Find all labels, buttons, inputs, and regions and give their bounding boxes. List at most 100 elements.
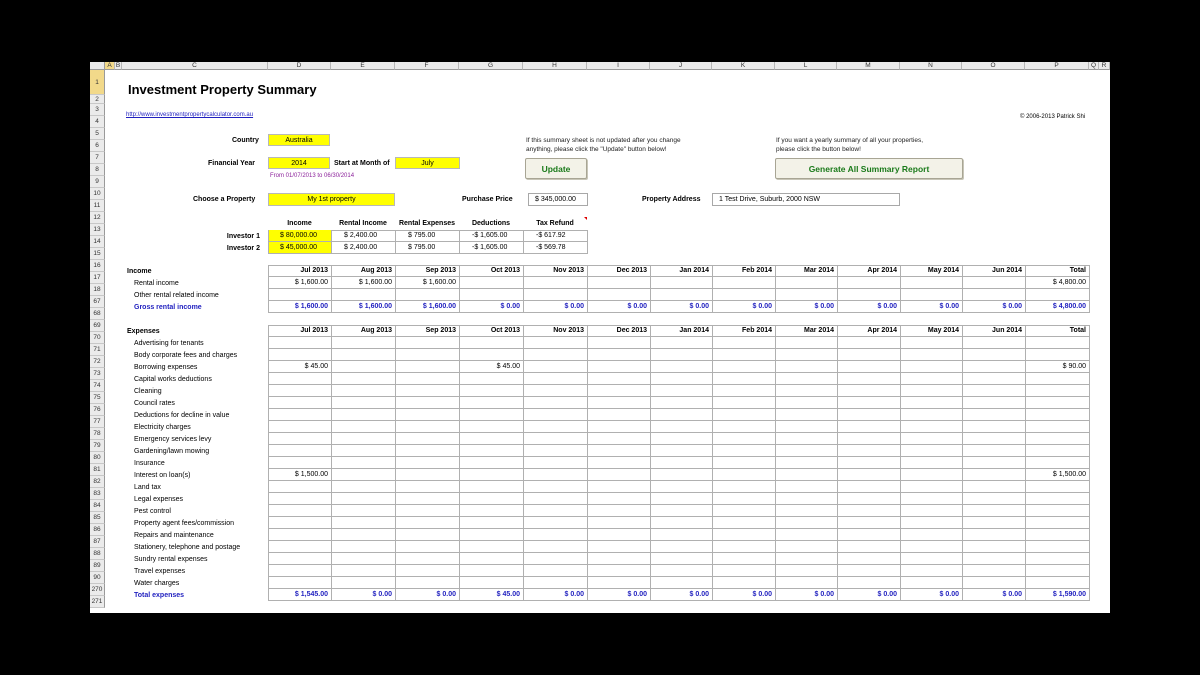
- expenses-cell[interactable]: [713, 445, 776, 457]
- expenses-cell[interactable]: [396, 361, 460, 373]
- row-header-270[interactable]: 270: [90, 584, 105, 596]
- income-cell[interactable]: [963, 277, 1026, 289]
- expenses-cell[interactable]: [460, 541, 524, 553]
- expenses-cell[interactable]: [1026, 505, 1090, 517]
- expenses-cell[interactable]: [901, 445, 963, 457]
- income-cell[interactable]: [588, 277, 651, 289]
- expenses-cell[interactable]: [588, 505, 651, 517]
- expenses-cell[interactable]: [963, 565, 1026, 577]
- row-header-80[interactable]: 80: [90, 452, 105, 464]
- expenses-cell[interactable]: [713, 541, 776, 553]
- expenses-cell[interactable]: [776, 529, 838, 541]
- expenses-cell[interactable]: [963, 433, 1026, 445]
- expenses-cell[interactable]: [588, 577, 651, 589]
- expenses-cell[interactable]: [963, 541, 1026, 553]
- expenses-cell[interactable]: [588, 565, 651, 577]
- expenses-cell[interactable]: [460, 469, 524, 481]
- expenses-cell[interactable]: [838, 529, 901, 541]
- expenses-cell[interactable]: [396, 445, 460, 457]
- expenses-cell[interactable]: [524, 517, 588, 529]
- expenses-cell[interactable]: [460, 373, 524, 385]
- income-cell[interactable]: [713, 277, 776, 289]
- row-header-2[interactable]: 2: [90, 95, 105, 104]
- expenses-cell[interactable]: [838, 433, 901, 445]
- expenses-cell[interactable]: [776, 445, 838, 457]
- expenses-cell[interactable]: [460, 409, 524, 421]
- expenses-cell[interactable]: [776, 409, 838, 421]
- expenses-cell[interactable]: [332, 421, 396, 433]
- expenses-cell[interactable]: [524, 541, 588, 553]
- row-header-85[interactable]: 85: [90, 512, 105, 524]
- row-header-6[interactable]: 6: [90, 140, 105, 152]
- expenses-cell[interactable]: [901, 481, 963, 493]
- expenses-cell[interactable]: [651, 457, 713, 469]
- investor-cell[interactable]: $ 80,000.00: [269, 230, 332, 242]
- expenses-cell[interactable]: [776, 457, 838, 469]
- country-input[interactable]: Australia: [268, 134, 330, 146]
- expenses-cell[interactable]: [1026, 445, 1090, 457]
- income-cell[interactable]: $ 4,800.00: [1026, 277, 1090, 289]
- expenses-cell[interactable]: [269, 577, 332, 589]
- expenses-cell[interactable]: [776, 565, 838, 577]
- expenses-cell[interactable]: [963, 553, 1026, 565]
- expenses-cell[interactable]: [838, 469, 901, 481]
- row-header-76[interactable]: 76: [90, 404, 105, 416]
- expenses-cell[interactable]: [524, 469, 588, 481]
- start-month-input[interactable]: July: [395, 157, 460, 169]
- expenses-cell[interactable]: [651, 577, 713, 589]
- expenses-cell[interactable]: [332, 457, 396, 469]
- expenses-cell[interactable]: [269, 565, 332, 577]
- row-header-14[interactable]: 14: [90, 236, 105, 248]
- expenses-cell[interactable]: [776, 481, 838, 493]
- expenses-cell[interactable]: [713, 433, 776, 445]
- expenses-cell[interactable]: [524, 373, 588, 385]
- expenses-cell[interactable]: [524, 493, 588, 505]
- expenses-cell[interactable]: [1026, 409, 1090, 421]
- row-header-17[interactable]: 17: [90, 272, 105, 284]
- expenses-cell[interactable]: [838, 481, 901, 493]
- expenses-cell[interactable]: [524, 361, 588, 373]
- expenses-cell[interactable]: [524, 445, 588, 457]
- expenses-cell[interactable]: [1026, 493, 1090, 505]
- column-header-q[interactable]: Q: [1089, 62, 1099, 70]
- expenses-cell[interactable]: [588, 481, 651, 493]
- expenses-cell[interactable]: $ 90.00: [1026, 361, 1090, 373]
- expenses-cell[interactable]: [838, 409, 901, 421]
- expenses-cell[interactable]: $ 1,500.00: [269, 469, 332, 481]
- expenses-cell[interactable]: [269, 409, 332, 421]
- financial-year-input[interactable]: 2014: [268, 157, 330, 169]
- row-header-15[interactable]: 15: [90, 248, 105, 260]
- expenses-cell[interactable]: [901, 409, 963, 421]
- row-header-11[interactable]: 11: [90, 200, 105, 212]
- expenses-cell[interactable]: [396, 433, 460, 445]
- expenses-cell[interactable]: [1026, 433, 1090, 445]
- expenses-cell[interactable]: [1026, 421, 1090, 433]
- expenses-cell[interactable]: [460, 433, 524, 445]
- expenses-cell[interactable]: [713, 373, 776, 385]
- expenses-cell[interactable]: [1026, 385, 1090, 397]
- expenses-cell[interactable]: [269, 493, 332, 505]
- expenses-cell[interactable]: [838, 397, 901, 409]
- expenses-cell[interactable]: [901, 529, 963, 541]
- expenses-cell[interactable]: [713, 481, 776, 493]
- income-cell[interactable]: [963, 289, 1026, 301]
- income-cell[interactable]: [460, 277, 524, 289]
- expenses-cell[interactable]: [460, 457, 524, 469]
- expenses-cell[interactable]: [901, 421, 963, 433]
- expenses-cell[interactable]: [963, 481, 1026, 493]
- expenses-cell[interactable]: [396, 577, 460, 589]
- expenses-cell[interactable]: [776, 349, 838, 361]
- row-header-13[interactable]: 13: [90, 224, 105, 236]
- expenses-cell[interactable]: [269, 397, 332, 409]
- row-header-4[interactable]: 4: [90, 116, 105, 128]
- row-header-10[interactable]: 10: [90, 188, 105, 200]
- property-select[interactable]: My 1st property: [268, 193, 395, 206]
- row-header-84[interactable]: 84: [90, 500, 105, 512]
- column-header-r[interactable]: R: [1099, 62, 1110, 70]
- column-header-c[interactable]: C: [122, 62, 268, 70]
- expenses-cell[interactable]: [651, 349, 713, 361]
- expenses-cell[interactable]: [588, 493, 651, 505]
- expenses-cell[interactable]: [460, 349, 524, 361]
- expenses-cell[interactable]: [1026, 541, 1090, 553]
- property-address-field[interactable]: 1 Test Drive, Suburb, 2000 NSW: [712, 193, 900, 206]
